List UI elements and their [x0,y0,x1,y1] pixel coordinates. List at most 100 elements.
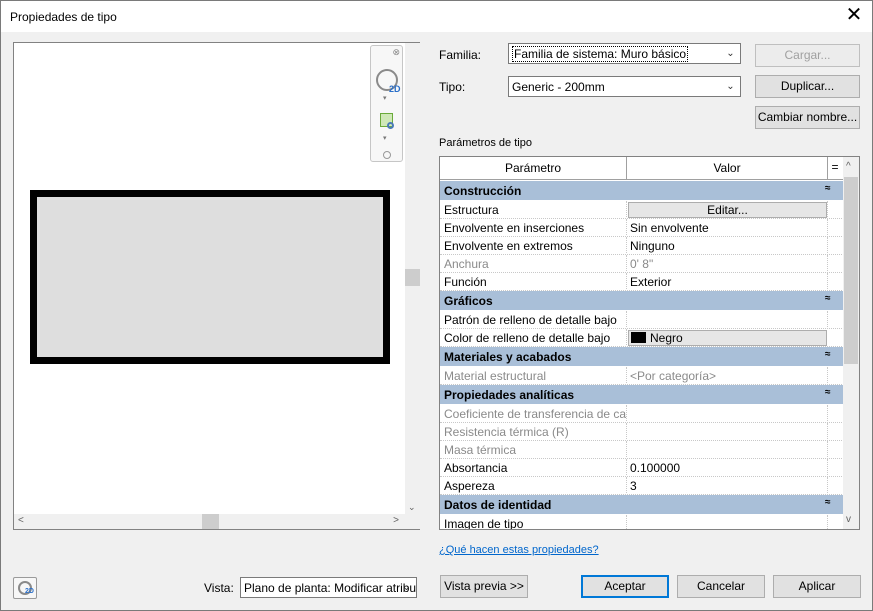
param-name: Material estructural [440,367,627,384]
param-value[interactable]: Sin envolvente [627,219,828,236]
group-title: Gráficos [444,294,493,308]
param-value[interactable] [627,311,828,328]
wheel-dropdown-icon[interactable]: ▾ [383,94,387,102]
param-value [627,423,828,440]
grid-header: Parámetro Valor = [440,157,844,180]
param-value[interactable]: 3 [627,477,828,494]
scroll-down-icon[interactable]: v [846,514,851,525]
param-name: Patrón de relleno de detalle bajo [440,311,627,328]
scroll-up-icon[interactable]: ^ [846,161,851,172]
param-value[interactable]: Exterior [627,273,828,290]
scroll-corner [405,514,420,529]
param-row-aspereza[interactable]: Aspereza 3 [440,477,844,495]
preview-vertical-scrollbar[interactable]: ⌄ [405,43,420,515]
familia-dropdown[interactable]: Familia de sistema: Muro básico ⌄ [508,43,741,64]
cancelar-button[interactable]: Cancelar [677,575,765,598]
close-icon[interactable]: ✕ [843,5,865,27]
column-header-parametro[interactable]: Parámetro [440,157,627,179]
param-value: <Por categoría> [627,367,828,384]
param-name: Coeficiente de transferencia de cal [440,405,627,422]
navbar-options-icon[interactable] [383,151,391,159]
param-row-envolvente-inserciones[interactable]: Envolvente en inserciones Sin envolvente [440,219,844,237]
color-name: Negro [650,331,683,345]
param-name: Función [440,273,627,290]
param-value [627,405,828,422]
vista-value: Plano de planta: Modificar atribu [244,581,417,595]
tipo-dropdown[interactable]: Generic - 200mm ⌄ [508,76,741,97]
column-header-equals[interactable]: = [828,157,842,179]
collapse-icon[interactable]: ≈ [825,293,831,304]
param-name: Resistencia térmica (R) [440,423,627,440]
collapse-icon[interactable]: ≈ [825,183,831,194]
param-row-absortancia[interactable]: Absortancia 0.100000 [440,459,844,477]
collapse-icon[interactable]: ≈ [825,349,831,360]
param-value [627,441,828,458]
type-parameters-grid[interactable]: Parámetro Valor = Construcción ≈ Estruct… [439,156,860,530]
column-header-valor[interactable]: Valor [627,157,828,179]
type-properties-dialog: Propiedades de tipo ✕ ⊗ 2D ▾ ▾ ⌄ < > Fam… [0,0,873,611]
aceptar-button[interactable]: Aceptar [581,575,669,598]
preview-pane[interactable]: ⊗ 2D ▾ ▾ ⌄ < > [13,42,420,530]
param-row-funcion[interactable]: Función Exterior [440,273,844,291]
param-row-coeficiente-transferencia: Coeficiente de transferencia de cal [440,405,844,423]
preview-horizontal-thumb[interactable] [202,514,219,529]
param-value[interactable] [627,515,828,529]
param-row-resistencia-termica: Resistencia térmica (R) [440,423,844,441]
grid-vertical-scrollbar[interactable]: ^ v [843,157,859,529]
collapse-icon[interactable]: ≈ [825,387,831,398]
collapse-icon[interactable]: ≈ [825,497,831,508]
param-name: Masa térmica [440,441,627,458]
param-row-estructura[interactable]: Estructura Editar... [440,201,844,219]
param-row-masa-termica: Masa térmica [440,441,844,459]
wall-preview-shape [30,190,390,364]
group-header-construccion[interactable]: Construcción ≈ [440,181,844,201]
vista-dropdown[interactable]: Plano de planta: Modificar atribu ⌄ [240,577,417,598]
grid-scroll-thumb[interactable] [844,177,858,364]
preview-horizontal-scrollbar[interactable]: < > [14,514,405,529]
param-name: Color de relleno de detalle bajo [440,329,627,346]
scroll-left-icon[interactable]: < [18,515,24,526]
param-row-patron-relleno[interactable]: Patrón de relleno de detalle bajo [440,311,844,329]
group-header-materiales[interactable]: Materiales y acabados ≈ [440,347,844,367]
vista-previa-button[interactable]: Vista previa >> [440,575,528,598]
group-header-propiedades-analiticas[interactable]: Propiedades analíticas ≈ [440,385,844,405]
magnifier-icon [387,122,394,129]
param-name: Aspereza [440,477,627,494]
group-header-datos-identidad[interactable]: Datos de identidad ≈ [440,495,844,515]
steering-wheel-2d-label: 2D [25,588,34,595]
color-swatch [631,332,646,343]
help-link[interactable]: ¿Qué hacen estas propiedades? [439,544,599,556]
steering-wheel-button[interactable]: 2D [13,577,37,599]
cargar-button[interactable]: Cargar... [755,44,860,67]
familia-label: Familia: [439,48,482,62]
group-header-graficos[interactable]: Gráficos ≈ [440,291,844,311]
grid-rows: Construcción ≈ Estructura Editar... Envo… [440,181,844,529]
param-name: Anchura [440,255,627,272]
navbar-close-icon[interactable]: ⊗ [392,47,400,58]
group-title: Construcción [444,184,522,198]
param-value[interactable]: Ninguno [627,237,828,254]
param-name: Envolvente en inserciones [440,219,627,236]
editar-estructura-button[interactable]: Editar... [628,202,827,218]
window-title: Propiedades de tipo [10,10,117,24]
scroll-right-icon[interactable]: > [393,515,399,526]
duplicar-button[interactable]: Duplicar... [755,75,860,98]
color-picker-button[interactable]: Negro [628,330,827,346]
group-title: Propiedades analíticas [444,388,575,402]
chevron-down-icon: ⌄ [726,48,735,59]
param-name: Envolvente en extremos [440,237,627,254]
param-row-color-relleno[interactable]: Color de relleno de detalle bajo Negro [440,329,844,347]
zoom-dropdown-icon[interactable]: ▾ [383,134,387,142]
preview-vertical-thumb[interactable] [405,269,420,286]
cambiar-nombre-button[interactable]: Cambiar nombre... [755,106,860,129]
chevron-down-icon: ⌄ [726,81,735,92]
param-row-envolvente-extremos[interactable]: Envolvente en extremos Ninguno [440,237,844,255]
param-row-imagen-tipo[interactable]: Imagen de tipo [440,515,844,529]
param-name: Absortancia [440,459,627,476]
aplicar-button[interactable]: Aplicar [773,575,861,598]
param-value[interactable]: 0.100000 [627,459,828,476]
navigation-bar: ⊗ 2D ▾ ▾ [370,45,403,162]
chevron-down-icon: ⌄ [402,582,411,593]
group-title: Datos de identidad [444,498,552,512]
scroll-down-icon[interactable]: ⌄ [408,502,416,513]
